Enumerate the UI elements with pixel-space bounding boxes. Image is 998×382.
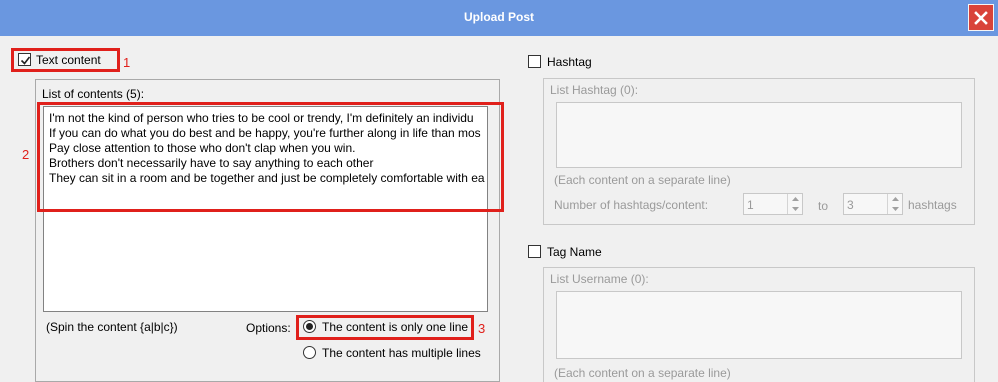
hashtag-max-value: 3 (847, 198, 854, 212)
stepper-down-icon[interactable] (888, 204, 902, 214)
username-list-label: List Username (0): (550, 272, 649, 286)
close-icon (974, 10, 988, 25)
hashtag-min-value: 1 (747, 198, 754, 212)
hashtag-checkbox[interactable] (528, 55, 541, 68)
tag-name-label[interactable]: Tag Name (547, 245, 602, 259)
stepper-up-icon[interactable] (788, 194, 802, 204)
hashtag-textarea[interactable] (556, 102, 962, 168)
hashtag-max-stepper[interactable]: 3 (843, 193, 903, 215)
annotation-box-1 (11, 48, 120, 72)
hashtag-hint: (Each content on a separate line) (554, 173, 731, 187)
annotation-number-1: 1 (123, 55, 131, 70)
annotation-box-3 (296, 315, 474, 340)
window-title: Upload Post (463, 10, 534, 24)
stepper-up-icon[interactable] (888, 194, 902, 204)
multi-line-label[interactable]: The content has multiple lines (322, 346, 481, 360)
close-button[interactable] (968, 4, 994, 31)
options-label: Options: (246, 321, 291, 335)
hashtag-min-stepper[interactable]: 1 (743, 193, 803, 215)
hashtag-count-label: Number of hashtags/content: (554, 198, 709, 212)
title-bar: Upload Post (0, 0, 998, 36)
tag-name-hint: (Each content on a separate line) (554, 366, 731, 380)
stepper-down-icon[interactable] (788, 204, 802, 214)
hashtag-list-label: List Hashtag (0): (550, 83, 639, 97)
hashtag-to-label: to (818, 199, 829, 213)
tag-name-checkbox[interactable] (528, 245, 541, 258)
multi-line-radio[interactable] (303, 346, 316, 359)
annotation-number-2: 2 (22, 147, 30, 162)
contents-list-label: List of contents (5): (42, 87, 145, 101)
hashtag-unit-label: hashtags (908, 198, 957, 212)
annotation-box-2 (37, 102, 504, 212)
annotation-number-3: 3 (478, 321, 486, 336)
hashtag-label[interactable]: Hashtag (547, 55, 592, 69)
username-textarea[interactable] (556, 291, 962, 359)
spin-content-hint: (Spin the content {a|b|c}) (46, 320, 178, 334)
